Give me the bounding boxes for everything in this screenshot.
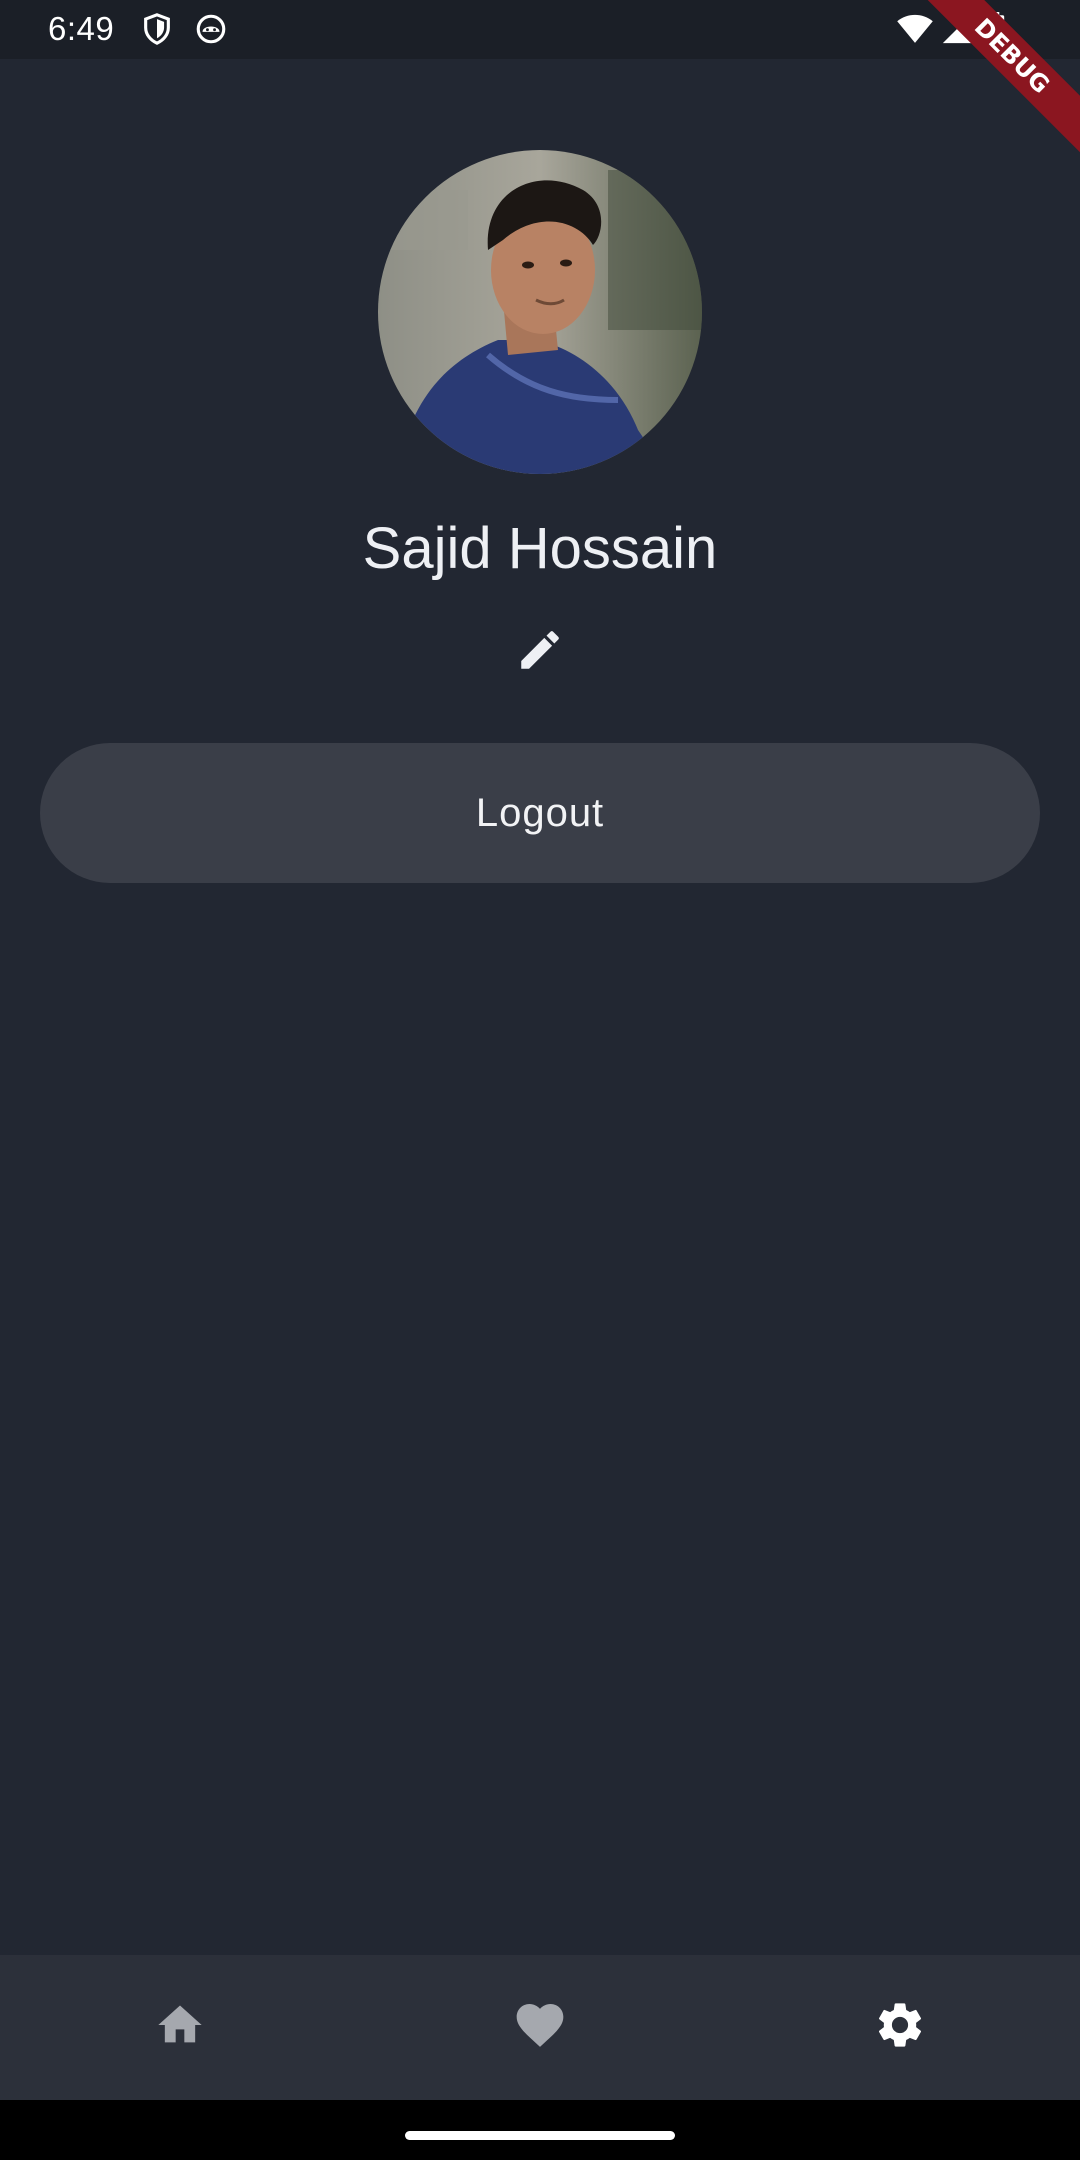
home-indicator[interactable] <box>405 2131 675 2140</box>
pencil-icon <box>515 625 565 680</box>
logout-button[interactable]: Logout <box>40 743 1040 883</box>
heart-icon <box>512 1997 568 2058</box>
nav-item-settings[interactable] <box>810 1955 990 2100</box>
wifi-icon <box>896 12 934 51</box>
bottom-navigation <box>0 1955 1080 2100</box>
nav-item-home[interactable] <box>90 1955 270 2100</box>
profile-name: Sajid Hossain <box>362 516 718 581</box>
android-face-icon <box>194 12 228 51</box>
status-bar: 6:49 <box>0 0 1080 59</box>
nav-item-favorites[interactable] <box>450 1955 630 2100</box>
gear-icon <box>873 1998 927 2057</box>
cell-signal-icon <box>940 12 974 51</box>
home-icon <box>154 1999 206 2056</box>
status-time: 6:49 <box>48 10 115 47</box>
shield-icon <box>140 12 174 51</box>
edit-profile-button[interactable] <box>510 622 570 682</box>
battery-icon <box>985 12 1007 53</box>
avatar <box>378 150 702 474</box>
gesture-area <box>0 2100 1080 2160</box>
